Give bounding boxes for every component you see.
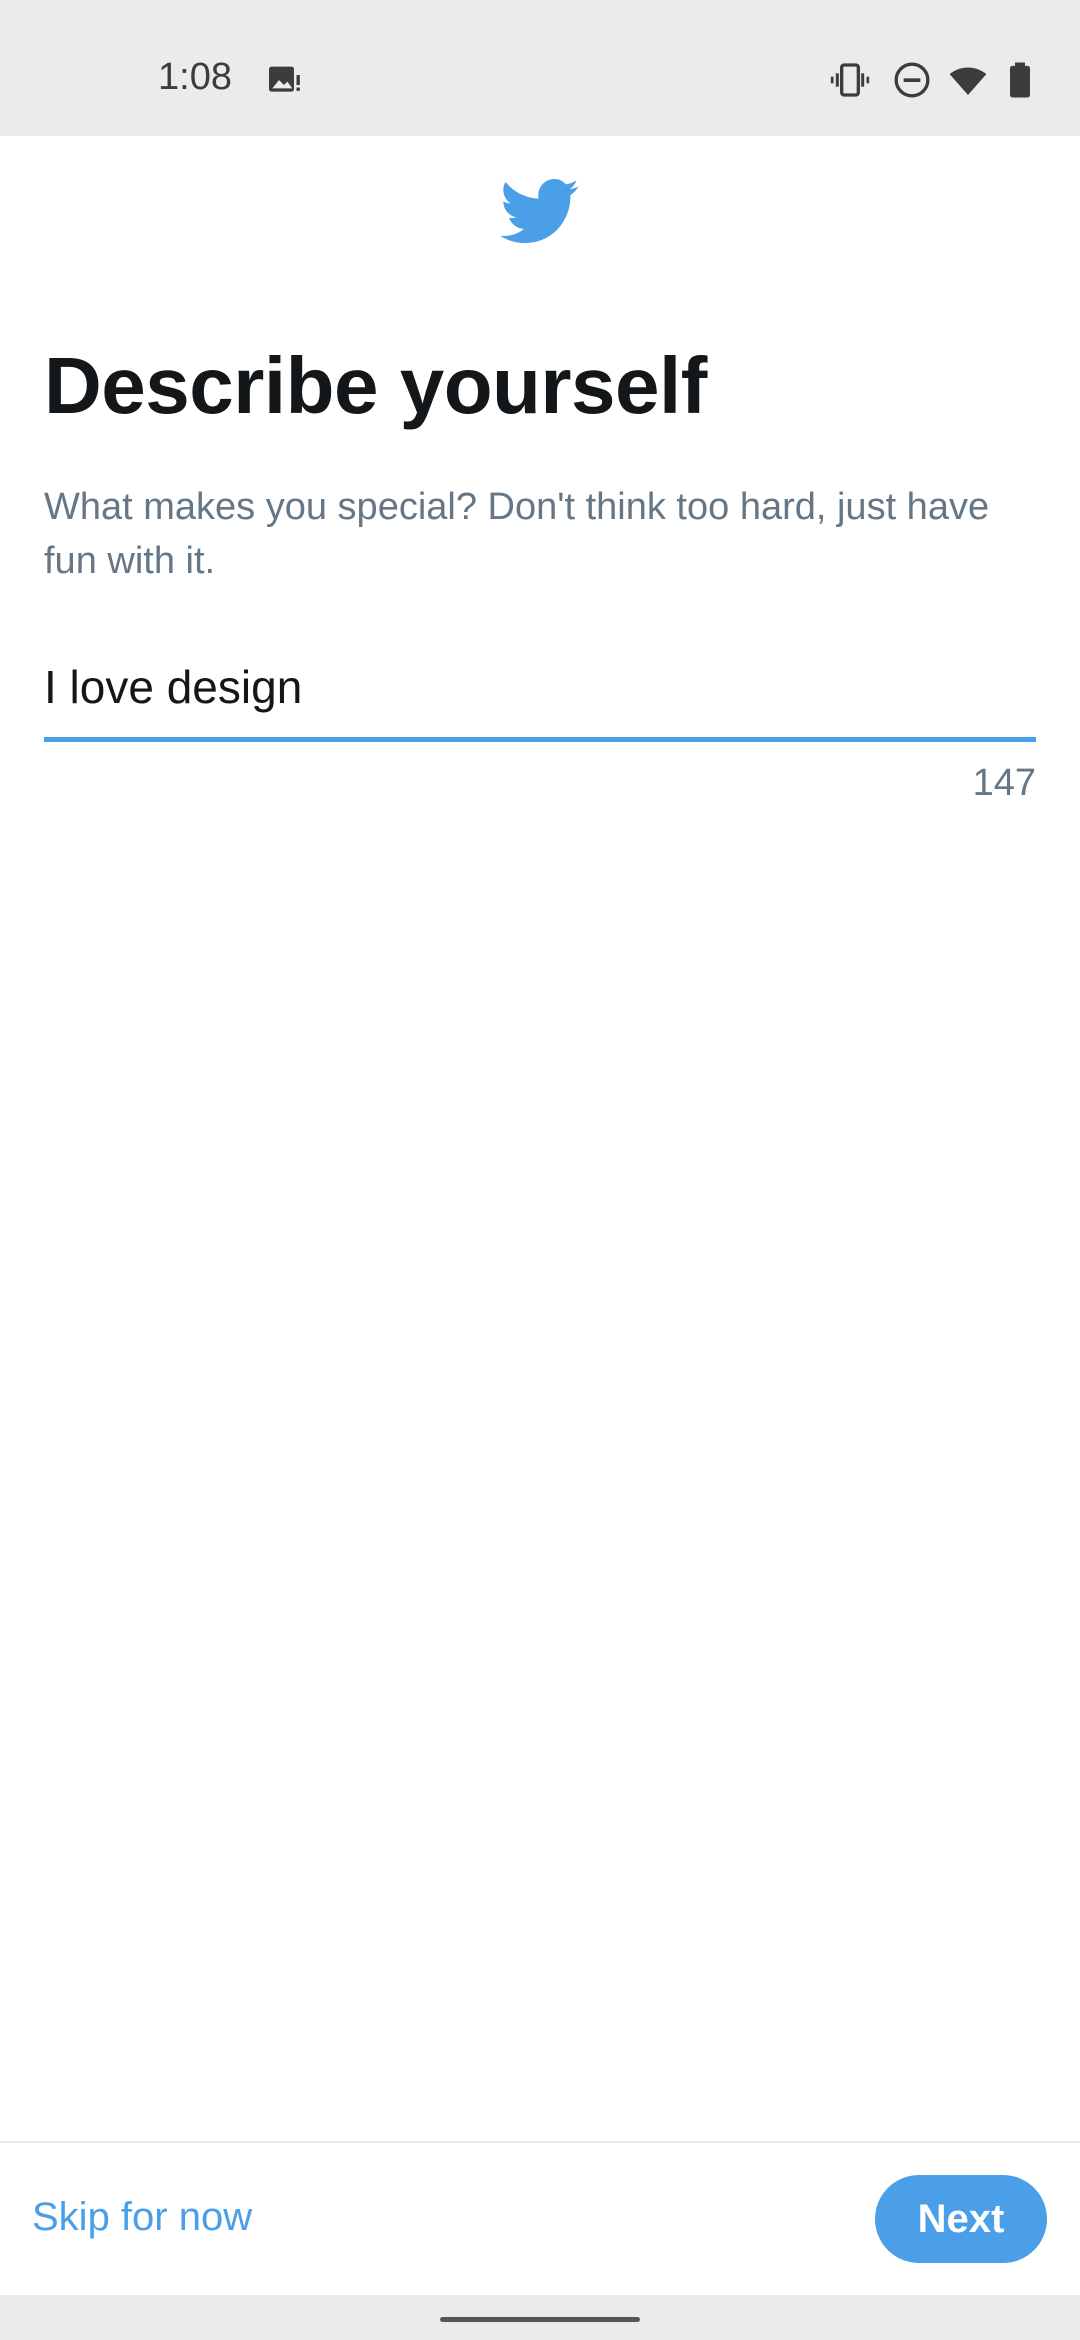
bottom-action-bar: Skip for now Next xyxy=(0,2141,1080,2295)
skip-for-now-button[interactable]: Skip for now xyxy=(32,2197,252,2237)
bio-input[interactable] xyxy=(44,658,1036,716)
battery-icon xyxy=(1000,60,1040,100)
next-button[interactable]: Next xyxy=(875,2175,1047,2263)
page-title: Describe yourself xyxy=(44,341,707,430)
do-not-disturb-icon xyxy=(892,60,932,100)
status-time: 1:08 xyxy=(158,56,232,98)
system-navigation-bar xyxy=(0,2295,1080,2340)
char-counter: 147 xyxy=(972,762,1036,804)
image-notification-icon xyxy=(264,60,304,100)
page-subtitle: What makes you special? Don't think too … xyxy=(44,486,990,582)
twitter-bird-icon xyxy=(500,178,580,246)
wifi-icon xyxy=(948,60,988,100)
vibrate-icon xyxy=(830,60,870,100)
bio-field xyxy=(44,650,1036,742)
home-gesture-handle[interactable] xyxy=(440,2317,640,2322)
status-bar: 1:08 xyxy=(0,0,1080,136)
